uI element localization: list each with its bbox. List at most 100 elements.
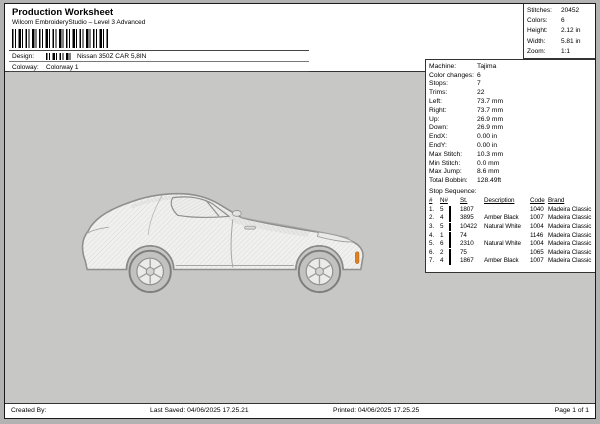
summary-label: Colors: [524,17,561,24]
machine-info-label: Down: [429,124,477,131]
machine-info-value: 0.00 in [477,142,497,149]
design-name: Nissan 350Z CAR 5,8IN [77,53,146,60]
machine-info-row: Max Jump: 8.6 mm [429,168,593,177]
design-row: Design: Nissan 350Z CAR 5,8IN [9,51,309,62]
machine-info-row: Right: 73.7 mm [429,106,593,115]
machine-info-row: Total Bobbin: 128.49ft [429,176,593,185]
software-subtitle: Wilcom EmbroideryStudio – Level 3 Advanc… [12,19,145,26]
thread-description: Amber Black [484,257,530,266]
col-header-needle: N# [440,197,449,206]
machine-info-label: Max Jump: [429,168,477,175]
machine-info-row: Left: 73.7 mm [429,97,593,106]
summary-value: 1:1 [561,48,570,55]
thread-brand: Madeira Classic 40 [548,214,593,223]
thread-brand: Madeira Classic 40 [548,240,593,249]
thread-color-swatch [449,257,451,265]
footer-bar: Created By: Last Saved: 04/06/2025 17.25… [5,403,595,418]
machine-info-row: Stops: 7 [429,80,593,89]
thread-description: Natural White [484,223,530,232]
machine-info-label: Total Bobbin: [429,177,477,184]
machine-info-label: Stops: [429,80,477,87]
footer-created-by: Created By: [11,404,46,418]
footer-last-saved: Last Saved: 04/06/2025 17.25.21 [150,404,249,418]
thread-brand: Madeira Classic 40 [548,206,593,215]
machine-info-value: 128.49ft [477,177,501,184]
summary-label: Height: [524,27,561,34]
thread-description [484,249,530,258]
thread-code: 1004 [530,240,548,249]
machine-info-label: Right: [429,107,477,114]
footer-printed: Printed: 04/06/2025 17.25.25 [333,404,419,418]
colorway-row: Coloway: Colorway 1 [9,62,309,73]
machine-info-row: Min Stitch: 0.0 mm [429,159,593,168]
design-barcode-icon [46,53,72,60]
thread-color-swatch [449,232,451,240]
stop-stitches: 2310 [460,240,484,249]
machine-info-value: Tajima [477,63,496,70]
thread-description [484,206,530,215]
machine-info-row: Max Stitch: 10.3 mm [429,150,593,159]
machine-info-value: 0.0 mm [477,160,499,167]
stop-stitches: 10422 [460,223,484,232]
stop-number: 1. [429,206,440,215]
machine-info-row: Down: 26.9 mm [429,124,593,133]
stop-needle: 5 [440,223,449,232]
machine-info-value: 73.7 mm [477,107,503,114]
machine-info-value: 26.9 mm [477,116,503,123]
machine-info-row: Machine: Tajima [429,62,593,71]
col-header-num: # [429,197,440,206]
front-hub [316,268,324,276]
summary-row: Colors: 6 [524,15,595,25]
front-marker-orange [355,252,359,264]
col-header-stitches: St. [460,197,484,206]
machine-info-value: 8.6 mm [477,168,499,175]
thread-code: 1065 [530,249,548,258]
thread-color-swatch [449,214,451,222]
thread-description: Amber Black [484,214,530,223]
col-header-code: Code [530,197,548,206]
machine-info-label: Color changes: [429,72,477,79]
stop-number: 4. [429,232,440,241]
machine-info-label: Machine: [429,63,477,70]
stop-needle: 4 [440,257,449,266]
machine-info-row: EndY: 0.00 in [429,141,593,150]
stop-stitches: 75 [460,249,484,258]
machine-info-label: Up: [429,116,477,123]
thread-description [484,232,530,241]
thread-brand: Madeira Classic 40 [548,249,593,258]
stop-stitches: 1867 [460,257,484,266]
summary-row: Zoom: 1:1 [524,47,595,57]
embroidery-car-artwork [75,174,371,300]
summary-value: 20452 [561,7,579,14]
summary-label: Zoom: [524,48,561,55]
design-info-box: Design: Nissan 350Z CAR 5,8IN Coloway: C… [9,50,309,72]
thread-brand: Madeira Classic 40 [548,232,593,241]
thread-code: 1040 [530,206,548,215]
production-worksheet-page: Production Worksheet Wilcom EmbroiderySt… [4,3,596,419]
thread-code: 1146 [530,232,548,241]
machine-info-row: Trims: 22 [429,88,593,97]
stop-stitches: 3895 [460,214,484,223]
machine-info-label: Left: [429,98,477,105]
page-title: Production Worksheet [12,7,113,18]
thread-color-swatch [449,223,451,231]
colorway-label: Coloway: [9,64,46,71]
machine-info-panel: Machine: Tajima Color changes: 6 Stops: … [425,59,595,273]
stop-needle: 5 [440,206,449,215]
side-mirror [232,210,241,216]
col-header-description: Description [484,197,530,206]
machine-info-row: EndX: 0.00 in [429,132,593,141]
summary-label: Stitches: [524,7,561,14]
stop-number: 2. [429,214,440,223]
machine-info-value: 0.00 in [477,133,497,140]
summary-row: Stitches: 20452 [524,5,595,15]
stop-needle: 1 [440,232,449,241]
machine-info-label: EndY: [429,142,477,149]
machine-info-row: Color changes: 6 [429,71,593,80]
design-label: Design: [9,53,46,60]
machine-info-value: 73.7 mm [477,98,503,105]
stop-number: 6. [429,249,440,258]
summary-row: Width: 5.81 in [524,36,595,46]
col-header-brand: Brand [548,197,593,206]
stop-needle: 4 [440,214,449,223]
